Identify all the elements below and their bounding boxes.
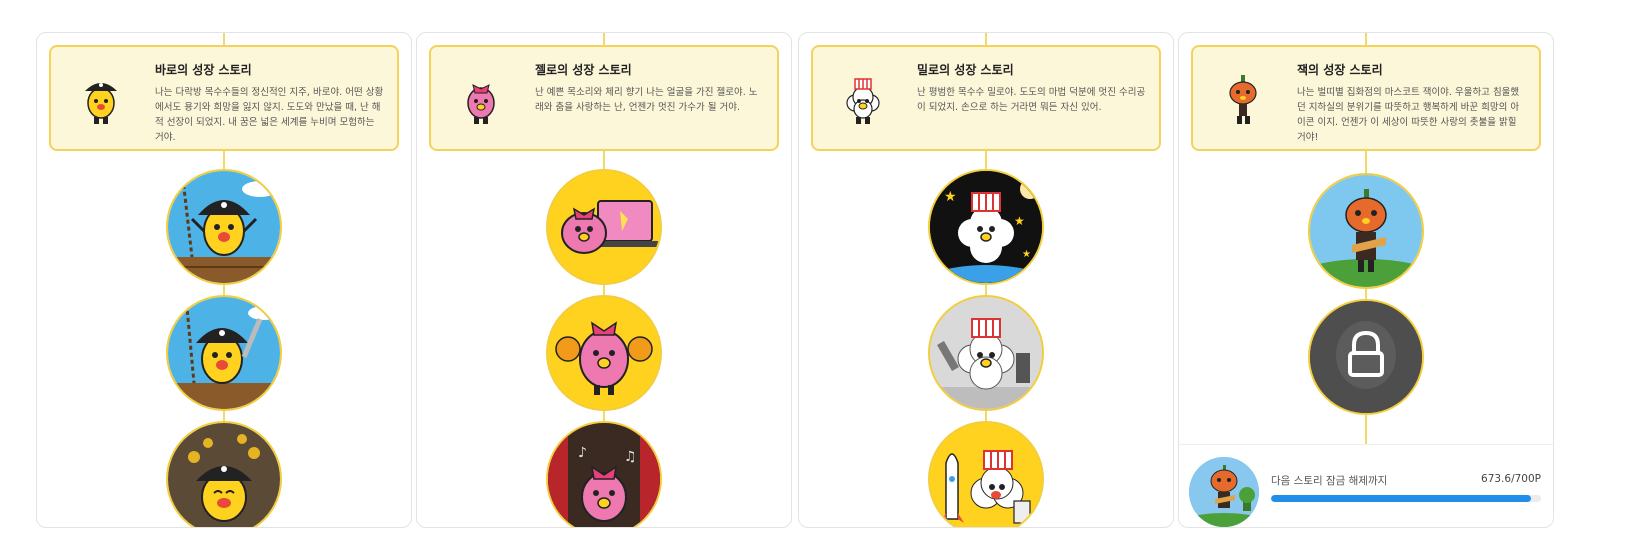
unlock-points: 673.6/700P bbox=[1481, 473, 1541, 485]
story-title: 바로의 성장 스토리 bbox=[155, 63, 252, 77]
story-stage-3[interactable] bbox=[166, 421, 282, 527]
progress-track bbox=[1271, 495, 1541, 502]
milo-space-image-icon: ★ ★ ★ bbox=[930, 171, 1042, 283]
milo-mechanic-image-icon bbox=[930, 297, 1042, 409]
lock-icon bbox=[1310, 301, 1422, 413]
story-stage-3[interactable]: ♪ ♫ bbox=[546, 421, 662, 527]
story-stage-2[interactable] bbox=[166, 295, 282, 411]
story-stage-2-locked[interactable] bbox=[1308, 299, 1424, 415]
svg-text:♪: ♪ bbox=[578, 445, 587, 461]
story-panel-jello: 젤로의 성장 스토리 난 예쁜 목소리와 체리 향기 나는 얼굴을 가진 젤로야… bbox=[416, 32, 792, 528]
jello-singer-image-icon: ♪ ♫ bbox=[548, 423, 660, 527]
unlock-progress-bar: 다음 스토리 잠금 해제까지 673.6/700P bbox=[1179, 444, 1553, 527]
story-description: 난 평범한 목수수 밀로야. 도도의 마법 덕분에 멋진 수리공이 되었지. 손… bbox=[917, 87, 1146, 113]
jello-cheer-image-icon bbox=[548, 297, 660, 409]
milo-avatar-icon bbox=[846, 78, 880, 124]
story-card: 잭의 성장 스토리 나는 벌띠별 집화점의 마스코트 잭이야. 우울하고 침울했… bbox=[1191, 45, 1541, 151]
story-description: 나는 벌띠별 집화점의 마스코트 잭이야. 우울하고 침울했던 지하실의 분위기… bbox=[1297, 87, 1520, 143]
jello-laptop-image-icon bbox=[548, 171, 660, 283]
baro-treasure-image-icon bbox=[168, 423, 280, 527]
story-stage-3[interactable] bbox=[928, 421, 1044, 527]
story-stage-1[interactable] bbox=[1308, 173, 1424, 289]
story-panel-jack: 잭의 성장 스토리 나는 벌띠별 집화점의 마스코트 잭이야. 우울하고 침울했… bbox=[1178, 32, 1554, 528]
story-title: 잭의 성장 스토리 bbox=[1297, 63, 1383, 77]
story-title: 밀로의 성장 스토리 bbox=[917, 63, 1014, 77]
story-card: 바로의 성장 스토리 나는 다락방 목수수들의 정신적인 지주, 바로야. 어떤… bbox=[49, 45, 399, 151]
story-stage-2[interactable] bbox=[546, 295, 662, 411]
story-title: 젤로의 성장 스토리 bbox=[535, 63, 632, 77]
story-card: 밀로의 성장 스토리 난 평범한 목수수 밀로야. 도도의 마법 덕분에 멋진 … bbox=[811, 45, 1161, 151]
story-description: 나는 다락방 목수수들의 정신적인 지주, 바로야. 어떤 상황에서도 용기와 … bbox=[155, 87, 384, 143]
story-stage-1[interactable] bbox=[546, 169, 662, 285]
story-panel-baro: 바로의 성장 스토리 나는 다락방 목수수들의 정신적인 지주, 바로야. 어떤… bbox=[36, 32, 412, 528]
story-stage-1[interactable] bbox=[166, 169, 282, 285]
story-card: 젤로의 성장 스토리 난 예쁜 목소리와 체리 향기 나는 얼굴을 가진 젤로야… bbox=[429, 45, 779, 151]
jack-avatar bbox=[1189, 457, 1259, 527]
jack-avatar-icon bbox=[1229, 75, 1257, 124]
svg-text:★: ★ bbox=[944, 189, 957, 205]
svg-text:★: ★ bbox=[1022, 249, 1031, 260]
baro-sword-image-icon bbox=[168, 297, 280, 409]
baro-pirate-image-icon bbox=[168, 171, 280, 283]
progress-fill bbox=[1271, 495, 1531, 502]
unlock-label: 다음 스토리 잠금 해제까지 bbox=[1271, 475, 1388, 487]
svg-text:♫: ♫ bbox=[624, 449, 637, 465]
baro-avatar-icon bbox=[85, 83, 117, 124]
svg-text:★: ★ bbox=[1014, 214, 1025, 228]
story-description: 난 예쁜 목소리와 체리 향기 나는 얼굴을 가진 젤로야. 노래와 춤을 사랑… bbox=[535, 87, 758, 113]
milo-rocket-image-icon bbox=[930, 423, 1042, 527]
jack-thumbnail-icon bbox=[1189, 457, 1259, 527]
story-stage-1[interactable]: ★ ★ ★ bbox=[928, 169, 1044, 285]
story-panel-milo: 밀로의 성장 스토리 난 평범한 목수수 밀로야. 도도의 마법 덕분에 멋진 … bbox=[798, 32, 1174, 528]
jello-avatar-icon bbox=[467, 84, 495, 124]
jack-field-image-icon bbox=[1310, 175, 1422, 287]
story-stage-2[interactable] bbox=[928, 295, 1044, 411]
